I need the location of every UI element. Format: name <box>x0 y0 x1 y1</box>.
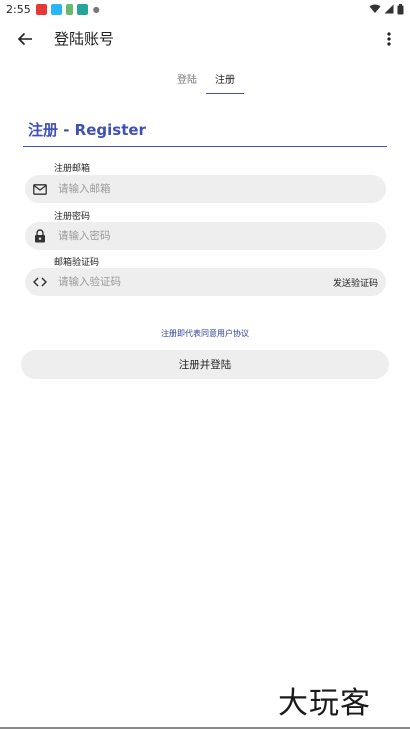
status-bar: 2:55 ● <box>0 0 410 18</box>
code-label: 邮箱验证码 <box>54 258 100 268</box>
app-notification-teal-icon <box>76 3 88 15</box>
tab-bar: 登陆 注册 <box>168 66 244 94</box>
code-input[interactable] <box>58 276 298 288</box>
app-notification-green-icon <box>65 3 73 15</box>
wifi-icon <box>369 4 381 13</box>
code-field-container: 发送验证码 <box>25 268 386 296</box>
app-notification-red-icon <box>35 3 47 15</box>
password-input[interactable] <box>58 230 298 242</box>
back-button[interactable] <box>12 27 38 51</box>
arrow-back-icon <box>17 32 32 46</box>
user-agreement-link[interactable]: 注册即代表同意用户协议 <box>0 328 410 339</box>
password-label: 注册密码 <box>54 212 91 222</box>
tab-login[interactable]: 登陆 <box>168 66 206 94</box>
more-vert-icon <box>387 32 391 46</box>
app-notification-blue-icon <box>50 3 62 15</box>
more-notifications-dot-icon: ● <box>92 4 100 14</box>
password-field-container <box>25 222 386 250</box>
lock-icon <box>26 222 54 250</box>
email-field-container <box>25 175 386 203</box>
register-and-login-button[interactable]: 注册并登陆 <box>21 350 389 379</box>
battery-icon <box>397 3 404 14</box>
overflow-menu-button[interactable] <box>380 27 398 51</box>
app-bar: 登陆账号 <box>0 20 410 58</box>
register-title: 注册 - Register <box>28 121 146 139</box>
code-icon <box>26 268 54 296</box>
email-input[interactable] <box>58 183 298 195</box>
page-title: 登陆账号 <box>54 30 115 48</box>
tab-register[interactable]: 注册 <box>206 66 244 94</box>
signal-icon <box>384 4 394 14</box>
watermark: 大玩客 <box>278 686 371 721</box>
title-divider <box>23 146 387 147</box>
mail-icon <box>26 175 54 203</box>
send-code-button[interactable]: 发送验证码 <box>333 276 378 289</box>
email-label: 注册邮箱 <box>54 164 91 174</box>
status-time: 2:55 <box>6 2 31 16</box>
status-right-icons <box>369 3 404 15</box>
